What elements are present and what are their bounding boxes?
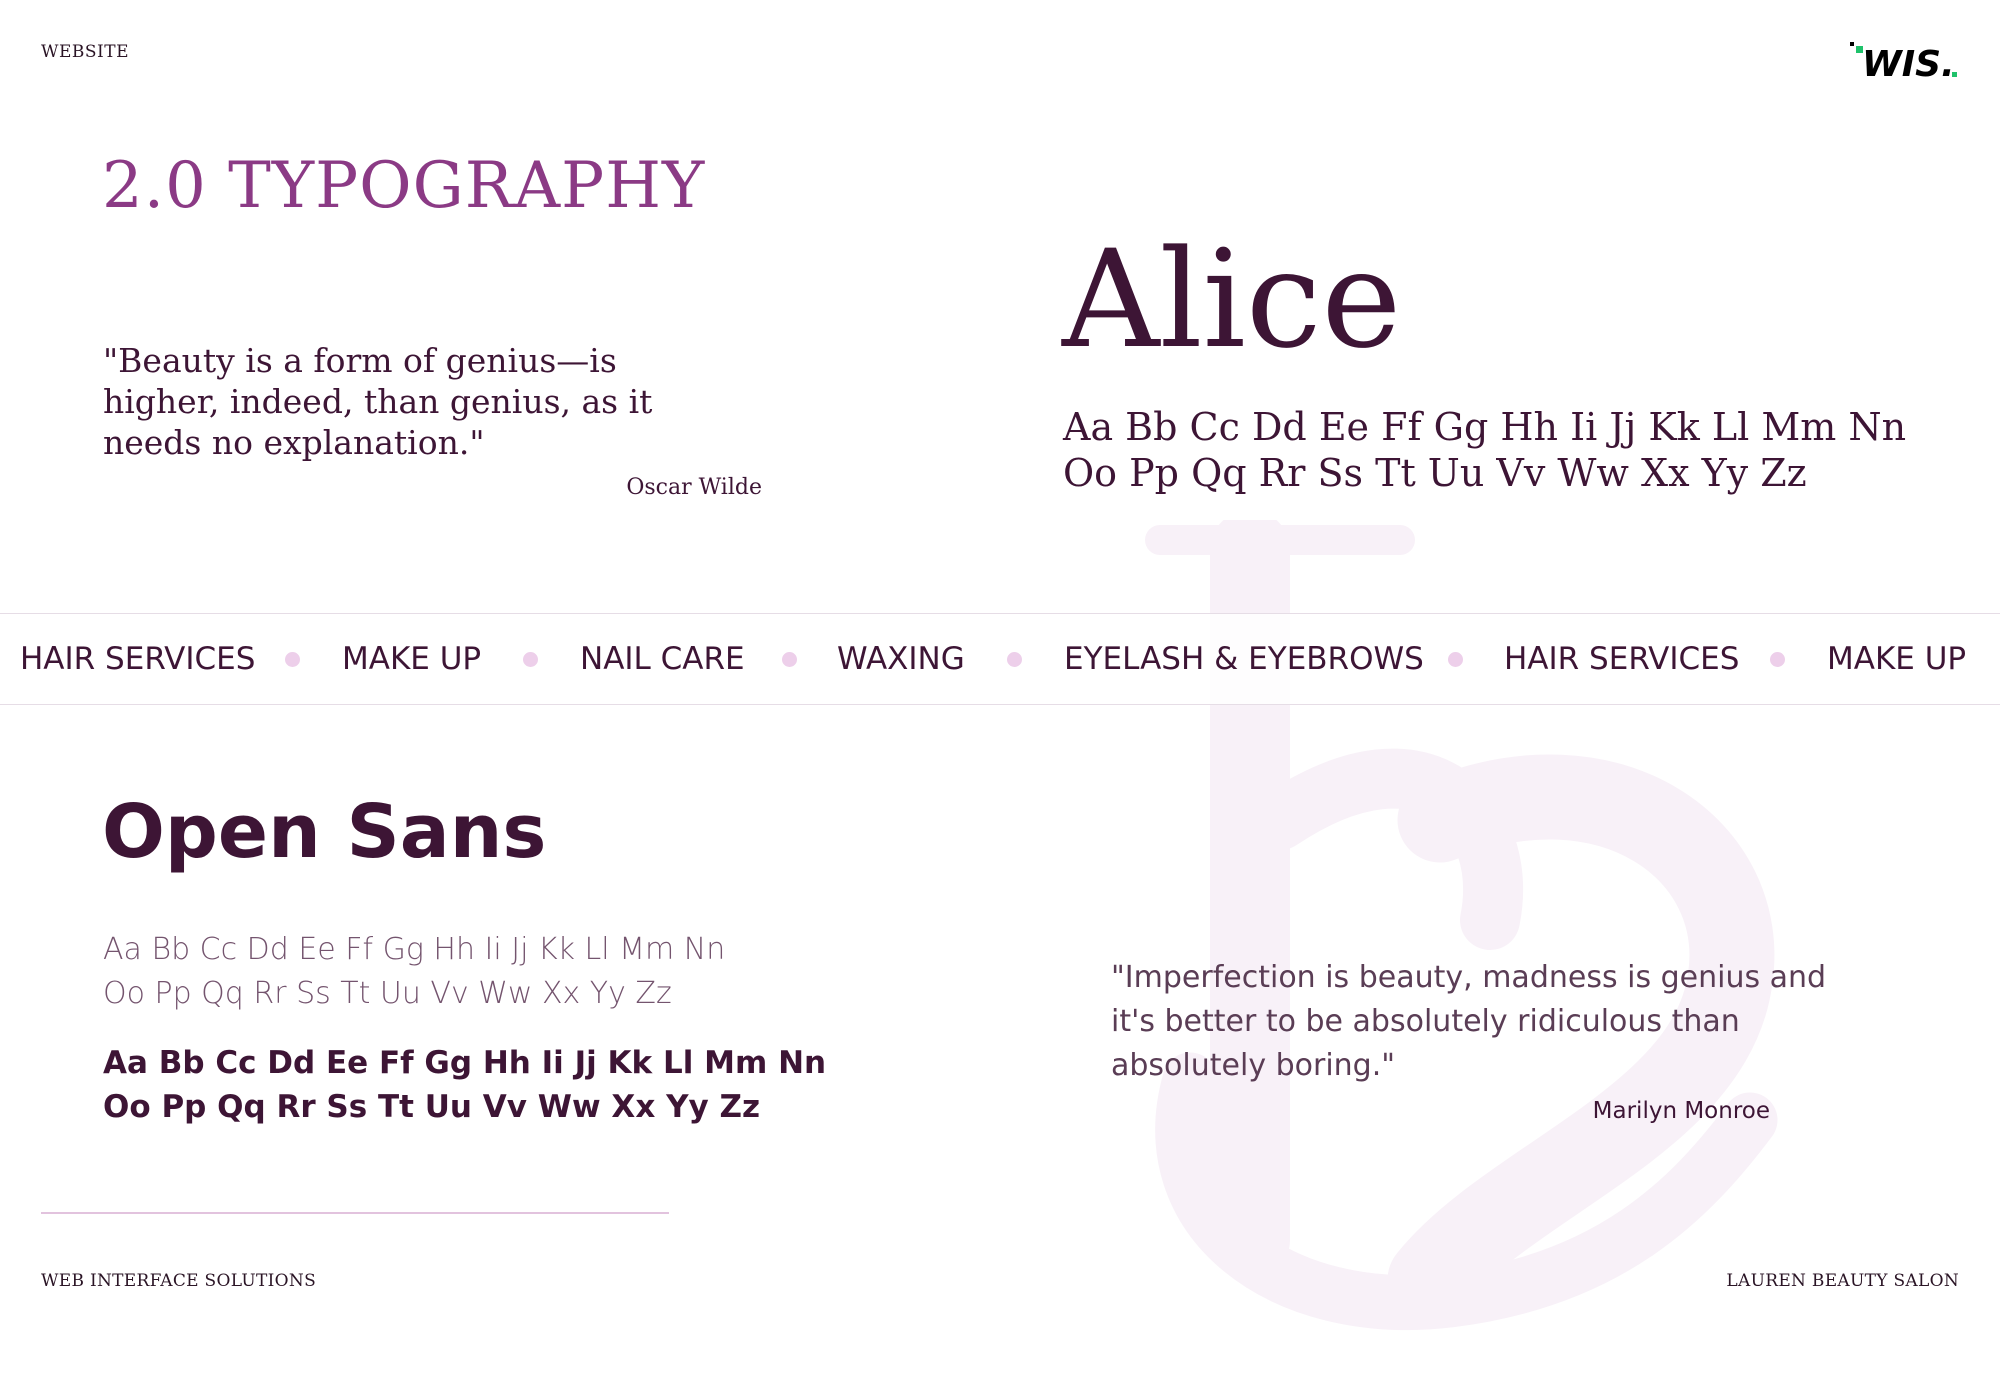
service-hair-services: HAIR SERVICES [20, 641, 256, 677]
open-sans-light-specimen: Aa Bb Cc Dd Ee Ff Gg Hh Ii Jj Kk Ll Mm N… [103, 928, 863, 1016]
service-hair-services-2: HAIR SERVICES [1504, 641, 1740, 677]
marilyn-monroe-quote: "Imperfection is beauty, madness is geni… [1111, 960, 1827, 1083]
alice-specimen-line1: Aa Bb Cc Dd Ee Ff Gg Hh Ii Jj Kk Ll Mm N… [1063, 405, 1907, 449]
open-sans-bold-line1: Aa Bb Cc Dd Ee Ff Gg Hh Ii Jj Kk Ll Mm N… [103, 1045, 827, 1081]
alice-font-name: Alice [1062, 221, 1402, 378]
logo-text: WIS. [1862, 44, 1955, 84]
open-sans-light-line1: Aa Bb Cc Dd Ee Ff Gg Hh Ii Jj Kk Ll Mm N… [103, 932, 726, 967]
separator-dot [523, 652, 538, 667]
service-waxing: WAXING [837, 641, 965, 677]
services-band: HAIR SERVICES MAKE UP NAIL CARE WAXING E… [0, 613, 2000, 705]
alice-specimen: Aa Bb Cc Dd Ee Ff Gg Hh Ii Jj Kk Ll Mm N… [1063, 404, 1943, 496]
header-label: WEBSITE [41, 42, 129, 62]
oscar-wilde-author: Oscar Wilde [626, 475, 762, 500]
marilyn-monroe-author: Marilyn Monroe [1592, 1098, 1770, 1124]
service-make-up: MAKE UP [342, 641, 482, 677]
footer-right-label: LAUREN BEAUTY SALON [1726, 1271, 1959, 1291]
wis-logo: WIS. [1848, 36, 1960, 85]
separator-dot [782, 652, 797, 667]
separator-dot [285, 652, 300, 667]
footer-left-label: WEB INTERFACE SOLUTIONS [41, 1271, 317, 1291]
separator-dot [1448, 652, 1463, 667]
footer-divider [41, 1212, 669, 1214]
service-make-up-2: MAKE UP [1827, 641, 1967, 677]
service-eyelash-eyebrows: EYELASH & EYEBROWS [1064, 641, 1424, 677]
oscar-wilde-quote: "Beauty is a form of genius—is higher, i… [103, 341, 653, 462]
service-nail-care: NAIL CARE [580, 641, 745, 677]
separator-dot [1770, 652, 1785, 667]
open-sans-bold-specimen: Aa Bb Cc Dd Ee Ff Gg Hh Ii Jj Kk Ll Mm N… [103, 1041, 863, 1129]
open-sans-font-name: Open Sans [102, 789, 547, 875]
section-title: 2.0 TYPOGRAPHY [102, 149, 706, 223]
open-sans-light-line2: Oo Pp Qq Rr Ss Tt Uu Vv Ww Xx Yy Zz [103, 976, 672, 1011]
open-sans-bold-line2: Oo Pp Qq Rr Ss Tt Uu Vv Ww Xx Yy Zz [103, 1089, 761, 1125]
alice-specimen-line2: Oo Pp Qq Rr Ss Tt Uu Vv Ww Xx Yy Zz [1063, 451, 1807, 495]
separator-dot [1007, 652, 1022, 667]
